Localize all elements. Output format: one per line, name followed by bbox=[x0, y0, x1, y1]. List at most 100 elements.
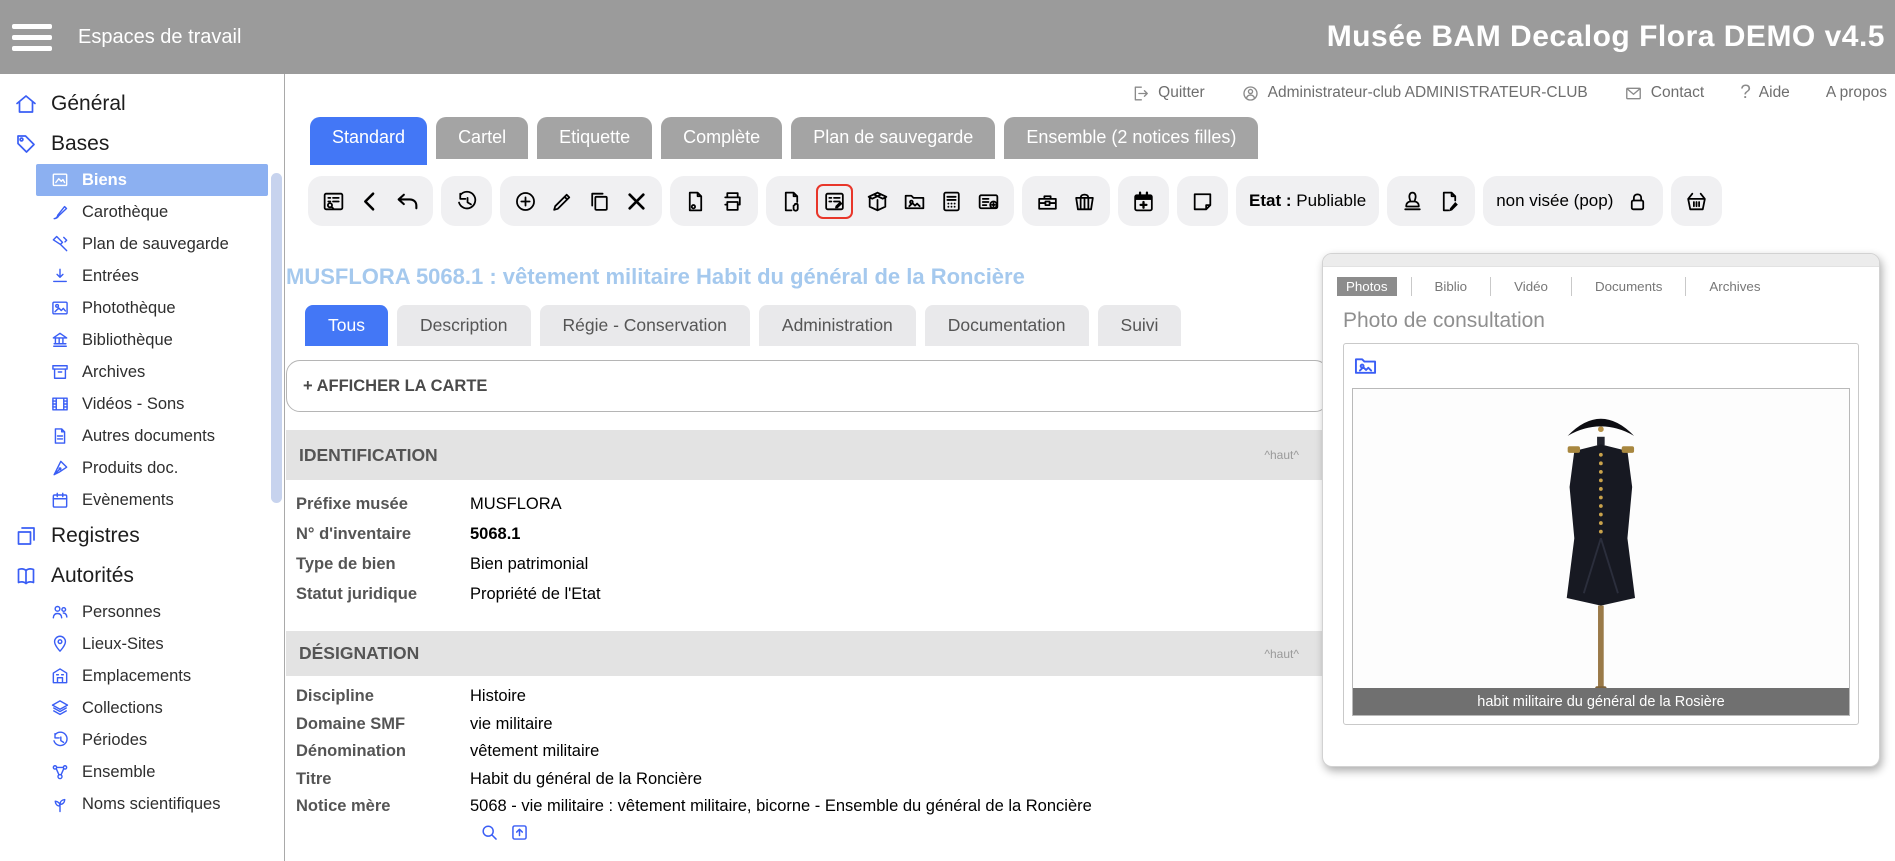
back-to-top-link[interactable]: ^haut^ bbox=[1264, 448, 1299, 462]
contact-link[interactable]: Contact bbox=[1624, 84, 1704, 103]
show-map-toggle[interactable]: + AFFICHER LA CARTE bbox=[286, 360, 1329, 412]
view-tab-ensemble[interactable]: Ensemble (2 notices filles) bbox=[1004, 117, 1259, 159]
media-tab-video[interactable]: Vidéo bbox=[1490, 277, 1557, 296]
plus-circle-icon bbox=[513, 189, 538, 214]
edit-list-button[interactable] bbox=[822, 189, 847, 214]
back-to-top-link[interactable]: ^haut^ bbox=[1264, 647, 1299, 661]
media-tab-biblio[interactable]: Biblio bbox=[1410, 277, 1477, 296]
valuation-button[interactable] bbox=[939, 189, 964, 214]
record-tab-description[interactable]: Description bbox=[396, 305, 531, 346]
sidebar-item-evenements[interactable]: Evènements bbox=[36, 484, 268, 516]
previous-record-button[interactable] bbox=[358, 189, 383, 214]
media-tab-documents[interactable]: Documents bbox=[1570, 277, 1671, 296]
edit-record-button[interactable] bbox=[550, 189, 575, 214]
designation-fields: Discipline Histoire Domaine SMF vie milita… bbox=[296, 683, 1326, 848]
sidebar-item-entrees[interactable]: Entrées bbox=[36, 260, 268, 292]
history-button[interactable] bbox=[454, 189, 479, 214]
toolbox-icon bbox=[1035, 189, 1060, 214]
package-button[interactable] bbox=[865, 189, 890, 214]
export-document-button[interactable] bbox=[683, 189, 708, 214]
photo-panel-heading: Photo de consultation bbox=[1343, 309, 1545, 332]
sidebar-item-noms-scientifiques[interactable]: Noms scientifiques bbox=[36, 788, 268, 820]
media-tab-photos[interactable]: Photos bbox=[1337, 277, 1397, 296]
calendar-icon bbox=[50, 490, 70, 510]
sidebar-item-periodes[interactable]: Périodes bbox=[36, 724, 268, 756]
sidebar-section-general[interactable]: Général bbox=[0, 84, 284, 124]
visa-pill: non visée (pop) bbox=[1483, 176, 1664, 226]
search-parent-record-button[interactable] bbox=[479, 822, 500, 843]
sidebar-item-autres-documents[interactable]: Autres documents bbox=[36, 420, 268, 452]
return-button[interactable] bbox=[395, 189, 420, 214]
record-tab-suivi[interactable]: Suivi bbox=[1097, 305, 1182, 346]
workspace-label[interactable]: Espaces de travail bbox=[78, 26, 241, 49]
new-record-button[interactable] bbox=[513, 189, 538, 214]
sidebar-item-collections[interactable]: Collections bbox=[36, 692, 268, 724]
section-header-designation: DÉSIGNATION ^haut^ bbox=[286, 631, 1329, 676]
view-tab-standard[interactable]: Standard bbox=[310, 117, 428, 165]
sidebar-section-registres[interactable]: Registres bbox=[0, 516, 284, 556]
crate-button[interactable] bbox=[1072, 189, 1097, 214]
calendar-add-button[interactable] bbox=[1131, 189, 1156, 214]
view-tab-etiquette[interactable]: Etiquette bbox=[537, 117, 653, 159]
basket-button[interactable] bbox=[1684, 189, 1709, 214]
panel-top-strip[interactable] bbox=[1323, 254, 1879, 267]
folder-image-icon bbox=[902, 189, 927, 214]
sidebar-item-produits-doc[interactable]: Produits doc. bbox=[36, 452, 268, 484]
lock-button[interactable] bbox=[1625, 189, 1650, 214]
media-tab-archives[interactable]: Archives bbox=[1685, 277, 1769, 296]
sidebar-item-lieux-sites[interactable]: Lieux-Sites bbox=[36, 628, 268, 660]
sidebar-item-personnes[interactable]: Personnes bbox=[36, 596, 268, 628]
sidebar-item-emplacements[interactable]: Emplacements bbox=[36, 660, 268, 692]
sidebar-item-plan-de-sauvegarde[interactable]: Plan de sauvegarde bbox=[36, 228, 268, 260]
print-button[interactable] bbox=[720, 189, 745, 214]
record-tab-regie-conservation[interactable]: Régie - Conservation bbox=[539, 305, 750, 346]
sidebar-section-bases[interactable]: Bases bbox=[0, 124, 284, 164]
attach-document-button[interactable] bbox=[779, 189, 804, 214]
record-tab-administration[interactable]: Administration bbox=[758, 305, 916, 346]
add-photo-button[interactable] bbox=[1352, 352, 1379, 379]
view-tab-complete[interactable]: Complète bbox=[661, 117, 783, 159]
archive-box-icon bbox=[50, 362, 70, 382]
consultation-photo[interactable]: habit militaire du général de la Rosière bbox=[1352, 388, 1850, 716]
note-button[interactable] bbox=[1190, 189, 1215, 214]
sidebar-scrollbar[interactable] bbox=[271, 173, 282, 503]
card-plus-icon bbox=[976, 189, 1001, 214]
toolbar-group-output bbox=[670, 176, 758, 226]
toolbox-button[interactable] bbox=[1035, 189, 1060, 214]
card-add-button[interactable] bbox=[976, 189, 1001, 214]
help-link[interactable]: ? Aide bbox=[1740, 82, 1790, 104]
sidebar-item-phototheque[interactable]: Photothèque bbox=[36, 292, 268, 324]
results-list-button[interactable] bbox=[321, 189, 346, 214]
plant-icon bbox=[50, 794, 70, 814]
chevron-left-icon bbox=[358, 189, 383, 214]
about-link[interactable]: A propos bbox=[1826, 84, 1887, 102]
registers-icon bbox=[14, 524, 38, 548]
sidebar-section-autorites[interactable]: Autorités bbox=[0, 556, 284, 596]
sidebar-item-bibliotheque[interactable]: Bibliothèque bbox=[36, 324, 268, 356]
sidebar-item-ensemble[interactable]: Ensemble bbox=[36, 756, 268, 788]
record-tab-tous[interactable]: Tous bbox=[305, 305, 388, 346]
film-icon bbox=[50, 394, 70, 414]
download-icon bbox=[50, 266, 70, 286]
sign-button[interactable] bbox=[1437, 189, 1462, 214]
hamburger-menu-icon[interactable] bbox=[12, 23, 52, 51]
view-tab-plan-de-sauvegarde[interactable]: Plan de sauvegarde bbox=[791, 117, 996, 159]
sidebar-item-carotheque[interactable]: Carothèque bbox=[36, 196, 268, 228]
stamp-button[interactable] bbox=[1400, 189, 1425, 214]
app-title: Musée BAM Decalog Flora DEMO v4.5 bbox=[1326, 20, 1885, 53]
undo-arrow-icon bbox=[395, 189, 420, 214]
duplicate-record-button[interactable] bbox=[587, 189, 612, 214]
sidebar-item-videos-sons[interactable]: Vidéos - Sons bbox=[36, 388, 268, 420]
sidebar-item-archives[interactable]: Archives bbox=[36, 356, 268, 388]
record-tab-documentation[interactable]: Documentation bbox=[924, 305, 1089, 346]
open-parent-record-button[interactable] bbox=[509, 822, 530, 843]
note-icon bbox=[1190, 189, 1215, 214]
library-icon bbox=[50, 330, 70, 350]
quit-link[interactable]: Quitter bbox=[1131, 84, 1205, 103]
delete-record-button[interactable] bbox=[624, 189, 649, 214]
view-tab-cartel[interactable]: Cartel bbox=[436, 117, 529, 159]
user-account-link[interactable]: Administrateur-club ADMINISTRATEUR-CLUB bbox=[1241, 84, 1588, 103]
sidebar-item-biens[interactable]: Biens bbox=[36, 164, 268, 196]
document-icon bbox=[683, 189, 708, 214]
media-folder-button[interactable] bbox=[902, 189, 927, 214]
